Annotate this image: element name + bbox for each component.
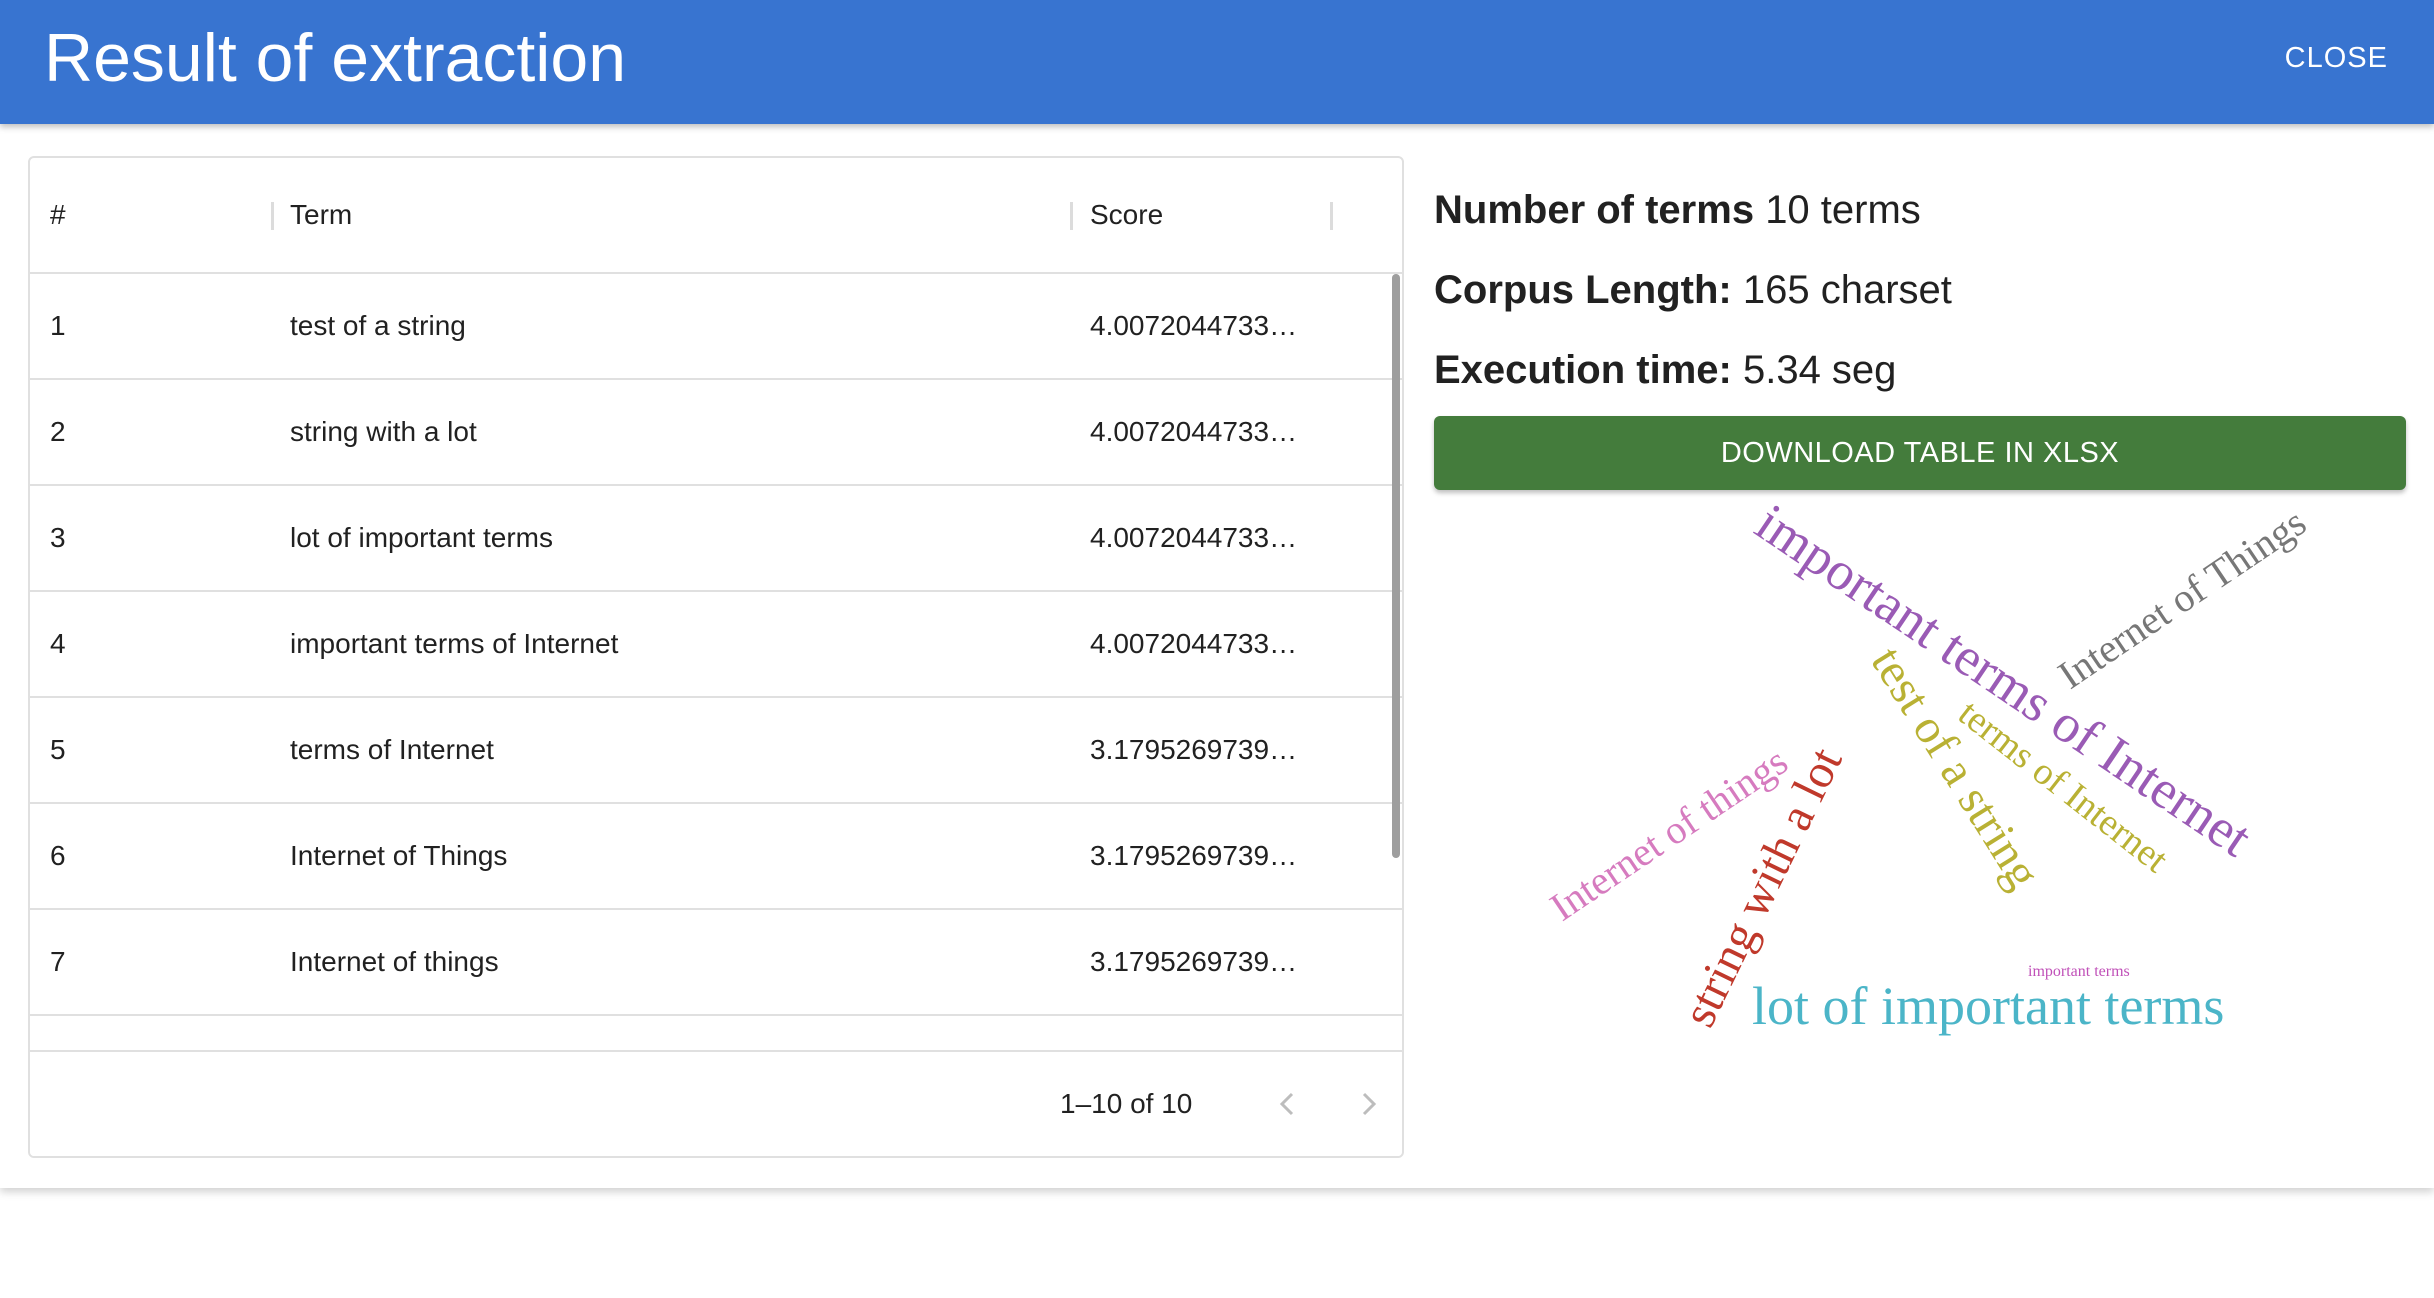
table-body: 1 test of a string 4.0072044733… 2 strin… [30, 274, 1402, 1156]
dialog-header: Result of extraction CLOSE [0, 0, 2434, 124]
table-scrollbar[interactable] [1392, 274, 1400, 858]
cell-number: 6 [50, 840, 66, 871]
cell-number: 1 [50, 310, 66, 341]
cell-term: terms of Internet [290, 734, 494, 765]
column-header-term[interactable]: Term [290, 158, 352, 272]
next-page-button[interactable] [1348, 1084, 1388, 1124]
cell-term: Internet of Things [290, 840, 508, 871]
word-cloud-word: lot of important terms [1752, 976, 2224, 1036]
corpus-length: Corpus Length: 165 charset [1434, 264, 1952, 316]
word-cloud-word: Internet of Things [2050, 500, 2314, 697]
cell-score: 4.0072044733… [1090, 522, 1298, 553]
column-separator[interactable] [1330, 202, 1333, 230]
table-row[interactable]: 1 test of a string 4.0072044733… [30, 274, 1402, 380]
cell-number: 4 [50, 628, 66, 659]
table-row[interactable]: 3 lot of important terms 4.0072044733… [30, 486, 1402, 592]
cell-score: 3.1795269739… [1090, 946, 1298, 977]
previous-page-button[interactable] [1268, 1084, 1308, 1124]
number-of-terms-value: 10 terms [1765, 188, 1921, 232]
close-button[interactable]: CLOSE [2277, 36, 2396, 80]
table-row[interactable]: 4 important terms of Internet 4.00720447… [30, 592, 1402, 698]
column-header-number[interactable]: # [50, 158, 66, 272]
pagination-range: 1–10 of 10 [1060, 1088, 1193, 1119]
dialog-title: Result of extraction [44, 20, 627, 96]
table-footer: 1–10 of 10 [30, 1050, 1402, 1156]
execution-time-value: 5.34 seg [1742, 348, 1897, 392]
cell-term: important terms of Internet [290, 628, 619, 659]
cell-score: 4.0072044733… [1090, 628, 1298, 659]
corpus-length-value: 165 charset [1742, 268, 1952, 312]
table-row[interactable]: 6 Internet of Things 3.1795269739… [30, 804, 1402, 910]
column-separator[interactable] [271, 202, 274, 230]
column-header-score[interactable]: Score [1090, 158, 1163, 272]
cell-term: lot of important terms [290, 522, 553, 553]
corpus-length-label: Corpus Length: [1434, 268, 1732, 312]
cell-score: 3.1795269739… [1090, 734, 1298, 765]
table-row[interactable]: 2 string with a lot 4.0072044733… [30, 380, 1402, 486]
cell-number: 3 [50, 522, 66, 553]
column-separator[interactable] [1070, 202, 1073, 230]
number-of-terms: Number of terms 10 terms [1434, 184, 1921, 236]
cell-score: 4.0072044733… [1090, 416, 1298, 447]
results-table: # Term Score 1 test of a string 4.007204… [28, 156, 1404, 1158]
table-body-viewport: 1 test of a string 4.0072044733… 2 strin… [30, 274, 1402, 1086]
chevron-left-icon [1279, 1092, 1294, 1116]
table-row[interactable]: 7 Internet of things 3.1795269739… [30, 910, 1402, 1016]
execution-time-label: Execution time: [1434, 348, 1732, 392]
table-header: # Term Score [30, 158, 1402, 274]
download-xlsx-button[interactable]: DOWNLOAD TABLE IN XLSX [1434, 416, 2406, 490]
cell-score: 4.0072044733… [1090, 310, 1298, 341]
cell-term: string with a lot [290, 416, 477, 447]
cell-term: Internet of things [290, 946, 499, 977]
cell-term: test of a string [290, 310, 466, 341]
cell-number: 5 [50, 734, 66, 765]
number-of-terms-label: Number of terms [1434, 188, 1755, 232]
table-row[interactable]: 5 terms of Internet 3.1795269739… [30, 698, 1402, 804]
cell-score: 3.1795269739… [1090, 840, 1298, 871]
word-cloud: important terms of Internet Internet of … [1542, 500, 2314, 1036]
word-cloud-word: important terms [2028, 963, 2130, 980]
cell-number: 2 [50, 416, 66, 447]
cell-number: 7 [50, 946, 66, 977]
execution-time: Execution time: 5.34 seg [1434, 344, 1896, 396]
chevron-right-icon [1362, 1092, 1377, 1116]
